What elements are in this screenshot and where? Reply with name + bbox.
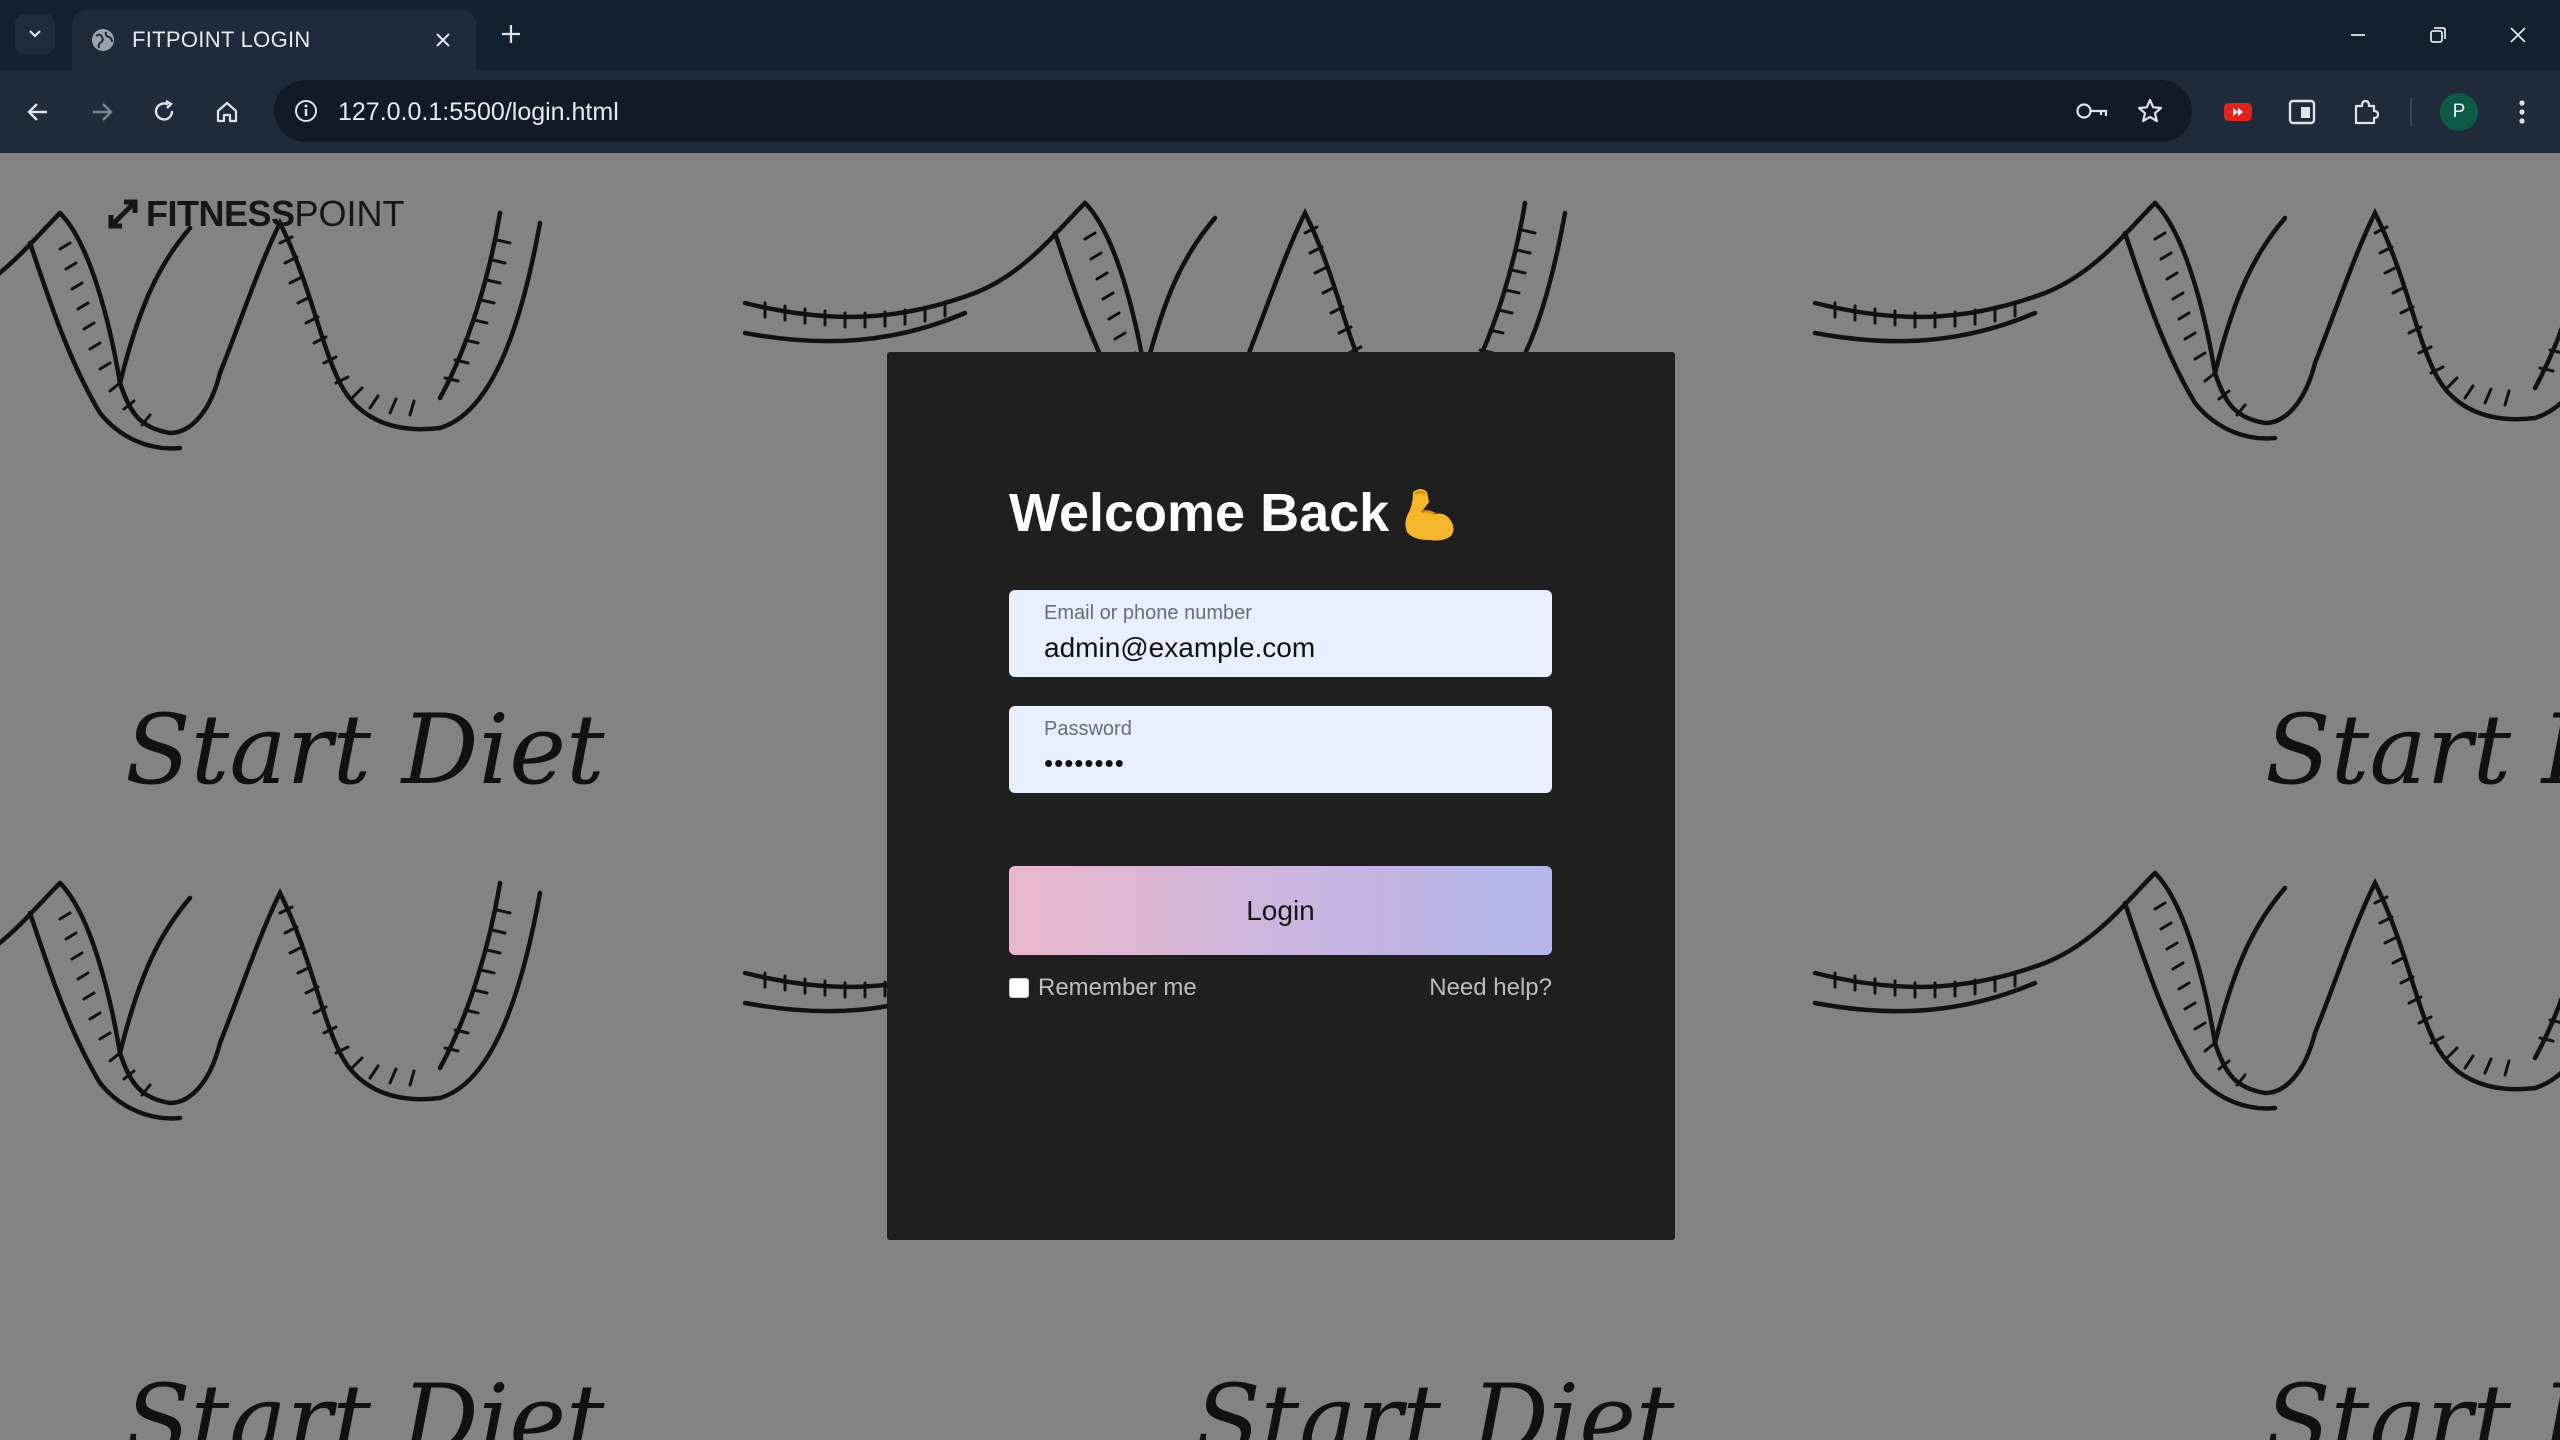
forward-arrow-icon xyxy=(93,103,113,121)
brand-name-thin: POINT xyxy=(294,193,405,234)
flexed-bicep-icon xyxy=(1405,489,1454,541)
extensions-button[interactable] xyxy=(2344,90,2388,134)
password-manager-button[interactable] xyxy=(2072,93,2112,129)
minimize-button[interactable] xyxy=(2338,15,2378,55)
kebab-menu-icon xyxy=(2519,100,2525,124)
need-help-link[interactable]: Need help? xyxy=(1429,974,1552,1002)
profile-avatar[interactable]: P xyxy=(2440,93,2478,131)
info-icon xyxy=(295,100,317,122)
password-value[interactable]: •••••••• xyxy=(1044,748,1125,779)
welcome-heading: Welcome Back xyxy=(1009,483,1390,543)
remember-me-checkbox[interactable] xyxy=(1009,978,1029,998)
new-tab-button[interactable] xyxy=(494,17,528,51)
sidebar-button[interactable] xyxy=(2280,90,2324,134)
star-icon xyxy=(2137,98,2163,123)
page-title: Welcome Back xyxy=(1009,482,1461,544)
reload-button[interactable] xyxy=(142,90,186,134)
expand-arrows-icon xyxy=(108,199,138,229)
tab-strip: FITPOINT LOGIN xyxy=(0,0,2560,70)
close-icon xyxy=(436,33,450,47)
back-button[interactable] xyxy=(16,90,60,134)
youtube-extension-icon xyxy=(2224,103,2252,121)
email-field[interactable]: Email or phone number admin@example.com xyxy=(1009,590,1552,677)
login-button[interactable]: Login xyxy=(1009,866,1552,955)
email-label: Email or phone number xyxy=(1044,602,1252,624)
bookmark-button[interactable] xyxy=(2130,93,2170,129)
browser-menu-button[interactable] xyxy=(2500,90,2544,134)
browser-toolbar: 127.0.0.1:5500/login.html P xyxy=(0,70,2560,153)
back-arrow-icon xyxy=(27,103,47,121)
globe-icon xyxy=(92,29,114,51)
sidebar-icon xyxy=(2288,99,2316,125)
plus-icon xyxy=(502,25,520,43)
restore-button[interactable] xyxy=(2418,15,2458,55)
puzzle-icon xyxy=(2354,99,2380,125)
page-viewport: Start Diet FITNESS POINT Welcome Back xyxy=(0,153,2560,1440)
tab-search-button[interactable] xyxy=(15,14,55,54)
remember-me-label: Remember me xyxy=(1038,974,1197,1001)
chevron-down-icon xyxy=(29,30,41,38)
forward-button[interactable] xyxy=(80,90,124,134)
active-tab[interactable]: FITPOINT LOGIN xyxy=(72,10,476,70)
close-window-icon xyxy=(2510,27,2526,43)
toolbar-divider xyxy=(2410,98,2412,126)
reload-icon xyxy=(154,99,174,121)
minimize-icon xyxy=(2351,34,2365,36)
key-icon xyxy=(2076,103,2108,119)
login-card: Welcome Back Email or phone number admin… xyxy=(887,352,1675,1240)
youtube-extension-button[interactable] xyxy=(2216,90,2260,134)
close-window-button[interactable] xyxy=(2498,15,2538,55)
restore-icon xyxy=(2430,27,2446,43)
remember-me[interactable]: Remember me xyxy=(1009,974,1197,1002)
url-text[interactable]: 127.0.0.1:5500/login.html xyxy=(338,98,619,127)
home-button[interactable] xyxy=(205,90,249,134)
address-bar[interactable]: 127.0.0.1:5500/login.html xyxy=(274,80,2192,142)
close-tab-button[interactable] xyxy=(428,25,458,55)
brand-name-bold: FITNESS xyxy=(146,193,295,234)
tab-title: FITPOINT LOGIN xyxy=(132,27,311,52)
brand-logo[interactable]: FITNESS POINT xyxy=(106,193,405,235)
site-info-button[interactable] xyxy=(288,93,324,129)
password-label: Password xyxy=(1044,718,1132,740)
home-icon xyxy=(216,101,238,123)
email-value[interactable]: admin@example.com xyxy=(1044,632,1315,664)
password-field[interactable]: Password •••••••• xyxy=(1009,706,1552,793)
